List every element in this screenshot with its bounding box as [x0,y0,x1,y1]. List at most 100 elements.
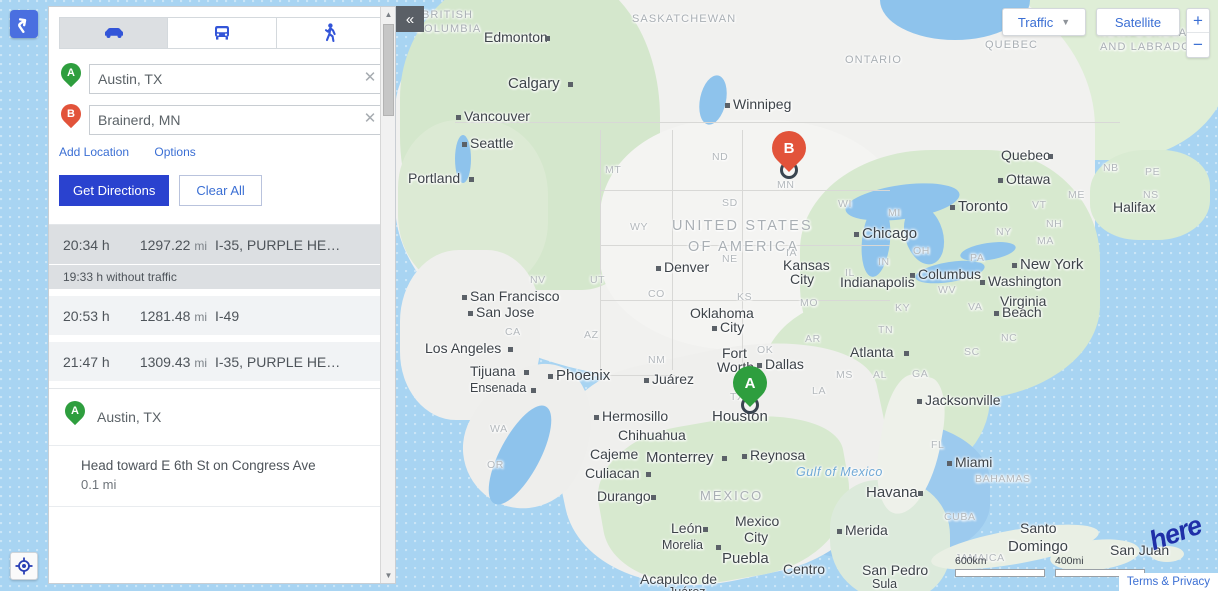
origin-input[interactable] [89,64,385,94]
map-label: NV [530,274,546,286]
map-label: MEXICO [700,488,764,503]
map-label: Winnipeg [733,96,792,112]
city-dot [854,232,859,237]
map-label: UT [590,274,606,286]
zoom-controls[interactable]: + − [1186,8,1210,58]
map-label: CUBA [944,511,976,523]
map-marker-a[interactable]: A [725,358,775,414]
panel-scrollbar[interactable]: ▲ ▼ [380,7,395,583]
maneuver-step[interactable]: Head toward E 6th St on Congress Ave 0.1 … [49,446,395,507]
map-label: WI [838,198,853,210]
clear-all-button[interactable]: Clear All [179,175,262,206]
city-dot [469,177,475,182]
get-directions-button[interactable]: Get Directions [59,175,170,206]
map-label: NS [1143,189,1159,201]
map-label: Kansas [783,257,830,273]
route-option[interactable]: 20:34 h 1297.22 mi I-35, PURPLE HE… [49,225,395,265]
city-dot [468,311,473,316]
locate-crosshair-icon[interactable] [10,552,38,580]
panel-actions: Get Directions Clear All [59,175,385,206]
map-label: City [790,271,815,287]
map-label: Juárez [668,586,706,591]
options-link[interactable]: Options [154,145,195,159]
directions-arrow-icon[interactable] [10,10,38,38]
map-label: Acapulco de [640,571,718,587]
city-dot [508,347,514,352]
map-label: San Pedro [862,562,929,578]
map-label: Dallas [765,356,804,372]
map-label: AND LABRADOR [1100,41,1200,53]
map-label: KS [737,291,753,303]
map-label: NC [1001,332,1018,344]
map-label: Chihuahua [618,427,686,443]
border-line [600,130,601,380]
map-label: MN [777,179,795,191]
route-via: I-49 [215,307,240,324]
directions-panel-content: A ✕ B ✕ ⇅ [49,7,395,583]
city-dot [594,415,599,420]
route-option[interactable]: 20:53 h 1281.48 mi I-49 [49,296,395,336]
satellite-button[interactable]: Satellite [1096,8,1180,36]
travel-mode-walk[interactable] [276,18,384,48]
map-label: Miami [955,454,993,470]
origin-clear-icon[interactable]: ✕ [362,70,378,86]
border-line [455,122,1120,123]
map-label: Vancouver [464,108,530,124]
scroll-up-arrow-icon[interactable]: ▲ [381,7,395,22]
city-dot [837,529,842,534]
scroll-down-arrow-icon[interactable]: ▼ [381,568,395,583]
travel-mode-car[interactable] [60,18,169,48]
map-label: Culiacan [585,465,640,481]
map-label: ONTARIO [845,54,902,66]
add-location-link[interactable]: Add Location [59,145,129,159]
locate-crosshair-glyph [15,557,33,575]
map-label: Ensenada [470,381,527,395]
zoom-in-button[interactable]: + [1187,9,1209,33]
map-marker-b[interactable]: B [764,123,814,179]
map-label: Puebla [722,550,769,567]
map-label: Sula [872,577,898,591]
city-dot [980,280,985,285]
terms-privacy-link[interactable]: Terms & Privacy [1118,573,1218,591]
map-label: ME [1068,189,1085,201]
city-dot [548,374,553,379]
map-label: PE [1145,166,1161,178]
map-label: WY [630,221,649,233]
map-label: Portland [408,170,461,186]
collapse-panel-button[interactable]: « [396,6,424,32]
map-label: WA [490,423,508,435]
map-label: Oklahoma [690,305,754,321]
pedestrian-icon [325,23,336,43]
map-label: MO [800,297,819,309]
map-application: Edmonton Calgary Vancouver Seattle Portland W… [0,0,1218,591]
route-option[interactable]: 21:47 h 1309.43 mi I-35, PURPLE HE… [49,342,395,382]
map-label: Toronto [958,198,1009,215]
scrollbar-thumb[interactable] [383,24,394,116]
travel-mode-tabs[interactable] [59,17,385,49]
travel-mode-transit[interactable] [168,18,277,48]
city-dot [917,399,922,404]
destination-input[interactable] [89,105,385,135]
route-duration: 20:34 h [63,236,110,253]
city-dot [950,205,955,210]
traffic-dropdown[interactable]: Traffic ▼ [1002,8,1086,36]
map-label: NB [1103,162,1119,174]
scale-metric-label: 600km [955,555,987,567]
location-fields: A ✕ B ✕ ⇅ [56,58,395,136]
map-label: Denver [664,259,710,275]
city-dot [651,495,657,500]
map-label: QUEBEC [985,39,1039,51]
city-dot [716,545,722,550]
map-label: Washington [988,273,1062,289]
map-label: NY [996,226,1012,238]
car-icon [104,28,123,38]
satellite-label: Satellite [1114,14,1162,30]
zoom-out-button[interactable]: − [1187,33,1209,57]
map-label: SD [722,197,738,209]
route-results-list: 20:34 h 1297.22 mi I-35, PURPLE HE… 19:33 h… [49,224,395,388]
map-label: San Jose [476,304,535,320]
destination-clear-icon[interactable]: ✕ [362,111,378,127]
map-label: VA [968,301,983,313]
city-dot [712,326,717,331]
origin-pin-icon: A [56,58,86,95]
